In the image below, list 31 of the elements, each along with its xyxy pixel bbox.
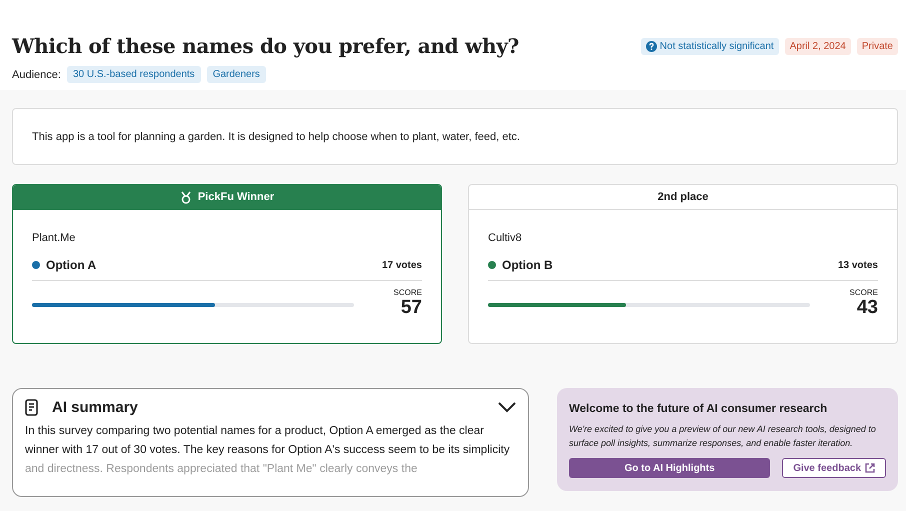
option-label: Option B bbox=[502, 258, 554, 272]
document-icon bbox=[25, 399, 38, 416]
summary-text: In this survey comparing two potential names for a product, Option A emerged as the clear winner with 17 out of 30 votes. The key reasons for Option A's success seem to be its simplicity and directness. Respondents appreciated that "Plant Me" clearly conveys the bbox=[25, 424, 511, 477]
score-label: SCORE bbox=[394, 288, 422, 297]
audience-tag: Gardeners bbox=[206, 66, 266, 83]
option-header: 2nd place bbox=[658, 191, 708, 203]
option-name: Cultiv8 bbox=[488, 232, 523, 244]
audience-label: Audience: bbox=[12, 68, 61, 80]
status-badge: April 2, 2024 bbox=[784, 38, 851, 55]
audience-tag: 30 U.S.-based respondents bbox=[66, 66, 201, 83]
score-label: SCORE bbox=[850, 288, 878, 297]
vote-count: 17 votes bbox=[382, 260, 422, 270]
promo-text: We're excited to give you a preview of our new AI research tools, designed to surface poll insights, summarize responses, and enable faster iteration. bbox=[569, 423, 877, 450]
help-icon bbox=[646, 41, 657, 52]
ai-highlights-button[interactable]: Go to AI Highlights bbox=[569, 458, 770, 478]
score-value: 43 bbox=[856, 297, 878, 319]
promo-title: Welcome to the future of AI consumer research bbox=[569, 403, 828, 415]
significance-badge: Not statistically significant bbox=[640, 38, 779, 55]
option-name: Plant.Me bbox=[32, 232, 76, 244]
vote-count: 13 votes bbox=[838, 260, 878, 270]
description-text: This app is a tool for planning a garden. It is designed to help choose when to plant, water, feed, etc. bbox=[32, 130, 520, 142]
page-title: Which of these names do you prefer, and why? bbox=[12, 34, 519, 58]
status-badge: Private bbox=[856, 38, 898, 55]
chevron-icon[interactable] bbox=[498, 402, 516, 413]
score-value: 57 bbox=[400, 297, 422, 319]
medal-icon bbox=[180, 190, 192, 204]
feedback-button[interactable]: Give feedback bbox=[782, 458, 886, 478]
option-header: PickFu Winner bbox=[198, 191, 274, 203]
external-link-icon bbox=[865, 463, 875, 473]
option-label: Option A bbox=[46, 258, 98, 272]
summary-title: AI summary bbox=[52, 399, 139, 416]
